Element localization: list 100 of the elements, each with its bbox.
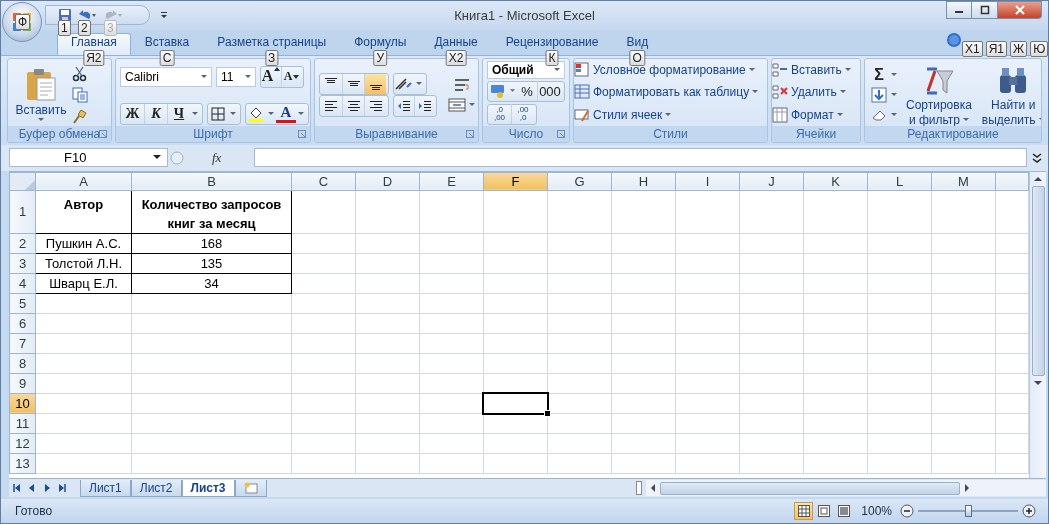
grow-font-button[interactable]: A (261, 66, 281, 87)
restore-button[interactable] (972, 1, 998, 19)
resize-handle-icon[interactable] (170, 150, 184, 165)
shrink-font-button[interactable]: A (281, 66, 301, 87)
grid-icon (797, 505, 810, 518)
caret-icon[interactable] (268, 111, 274, 116)
customize-caret-icon[interactable] (160, 11, 168, 20)
increase-decimal-button[interactable]: ,0 ,00 (488, 104, 511, 125)
split-handle[interactable] (636, 481, 642, 496)
sheet-tab[interactable]: Лист1 (80, 479, 131, 497)
row-header[interactable]: 1 (9, 190, 36, 234)
align-bottom-button[interactable] (364, 74, 386, 95)
row-header[interactable]: 5 (9, 293, 36, 314)
column-header[interactable]: A (35, 172, 132, 191)
caret-icon[interactable] (416, 82, 422, 87)
name-box[interactable]: F10 (9, 148, 168, 168)
zoom-slider[interactable] (918, 504, 1018, 519)
column-header[interactable]: G (547, 172, 612, 191)
row-header[interactable]: 6 (9, 313, 36, 334)
first-sheet-icon[interactable] (13, 484, 21, 493)
caret-icon[interactable] (469, 103, 475, 108)
column-header[interactable]: K (803, 172, 868, 191)
vertical-scrollbar[interactable] (1029, 171, 1046, 479)
brush-icon (72, 108, 88, 125)
format-as-table-button[interactable]: Форматировать как таблицу (574, 82, 767, 103)
keytip: Х2 (445, 49, 467, 66)
horizontal-scrollbar[interactable] (646, 480, 1046, 497)
sheet-tab[interactable]: Лист2 (130, 479, 182, 497)
row-header[interactable]: 12 (9, 433, 36, 454)
up-arrow-icon[interactable] (1034, 175, 1042, 182)
caret-icon[interactable] (192, 111, 198, 116)
indent-left-icon (397, 99, 411, 114)
caret-icon[interactable] (298, 111, 304, 116)
column-header[interactable]: F (483, 172, 548, 191)
column-header[interactable]: I (675, 172, 740, 191)
caret-icon[interactable] (891, 73, 897, 78)
row-header[interactable]: 13 (9, 453, 36, 474)
column-header[interactable]: B (131, 172, 292, 191)
font-name-field[interactable]: Calibri (120, 66, 212, 87)
down-arrow-icon[interactable] (1034, 379, 1042, 386)
minimize-button[interactable] (946, 1, 972, 19)
left-arrow-icon[interactable] (650, 484, 656, 493)
autosum-button[interactable]: Σ (869, 65, 889, 86)
row-header[interactable]: 3 (9, 253, 36, 274)
caret-icon[interactable] (510, 89, 515, 94)
help-icon[interactable] (946, 31, 962, 48)
keytip: Ф (15, 14, 31, 30)
decrease-decimal-button[interactable]: ,00 ,0 (511, 104, 534, 125)
cell-styles-button[interactable]: Стили ячеек (574, 104, 767, 125)
zoom-in-icon[interactable] (1022, 504, 1036, 519)
right-arrow-icon[interactable] (964, 484, 970, 493)
italic-button[interactable]: К (144, 103, 167, 124)
font-size-field[interactable]: 11 (216, 66, 256, 87)
font-color-button[interactable]: A (276, 104, 296, 123)
column-header[interactable]: D (355, 172, 420, 191)
close-button[interactable] (998, 1, 1042, 19)
insert-function-button[interactable]: fx (212, 149, 222, 166)
expand-chevron-icon[interactable] (1032, 151, 1042, 164)
scroll-thumb[interactable] (660, 481, 960, 495)
fill-button[interactable] (869, 85, 889, 106)
column-header[interactable]: L (867, 172, 932, 191)
row-header[interactable]: 4 (9, 273, 36, 294)
column-header[interactable]: H (611, 172, 676, 191)
column-header[interactable]: E (419, 172, 484, 191)
row-header[interactable]: 9 (9, 373, 36, 394)
row-header[interactable]: 8 (9, 353, 36, 374)
caret-icon[interactable] (891, 93, 897, 98)
caret-icon (836, 112, 843, 117)
row-header[interactable]: 2 (9, 233, 36, 254)
up-triangle-icon (274, 66, 281, 71)
caret-icon[interactable] (230, 111, 236, 116)
cell-brush-icon (574, 106, 590, 123)
row-header[interactable]: 7 (9, 333, 36, 354)
bold-button[interactable]: Ж (121, 103, 144, 124)
paste-button[interactable]: Вставить (12, 66, 70, 125)
column-header[interactable]: J (739, 172, 804, 191)
row-header[interactable]: 10 (9, 393, 36, 414)
formula-input[interactable] (254, 148, 1027, 168)
row-header[interactable]: 11 (9, 413, 36, 434)
previous-sheet-icon[interactable] (28, 484, 36, 493)
column-header[interactable]: C (291, 172, 356, 191)
slider-thumb[interactable] (965, 505, 972, 518)
thousands-button[interactable]: 000 (537, 81, 562, 102)
normal-view-button[interactable] (794, 502, 814, 521)
column-header[interactable]: M (931, 172, 996, 191)
format-cells-button[interactable]: Формат (772, 104, 860, 125)
zoom-out-icon[interactable] (900, 504, 914, 519)
next-sheet-icon[interactable] (43, 484, 51, 493)
page-icon (817, 505, 830, 518)
group-label: Выравнивание (315, 125, 478, 142)
percent-button[interactable]: % (517, 81, 537, 102)
delete-cells-button[interactable]: Удалить (772, 82, 860, 103)
increase-indent-button[interactable] (414, 96, 434, 117)
zoom-level[interactable]: 100% (861, 504, 892, 519)
last-sheet-icon[interactable] (58, 484, 66, 493)
insert-cells-button[interactable]: Вставить (772, 59, 860, 80)
underline-button[interactable]: Ч (167, 103, 190, 124)
sheet-tab[interactable]: Лист3 (181, 479, 235, 497)
scroll-thumb[interactable] (1031, 185, 1045, 376)
caret-icon[interactable] (891, 113, 897, 118)
